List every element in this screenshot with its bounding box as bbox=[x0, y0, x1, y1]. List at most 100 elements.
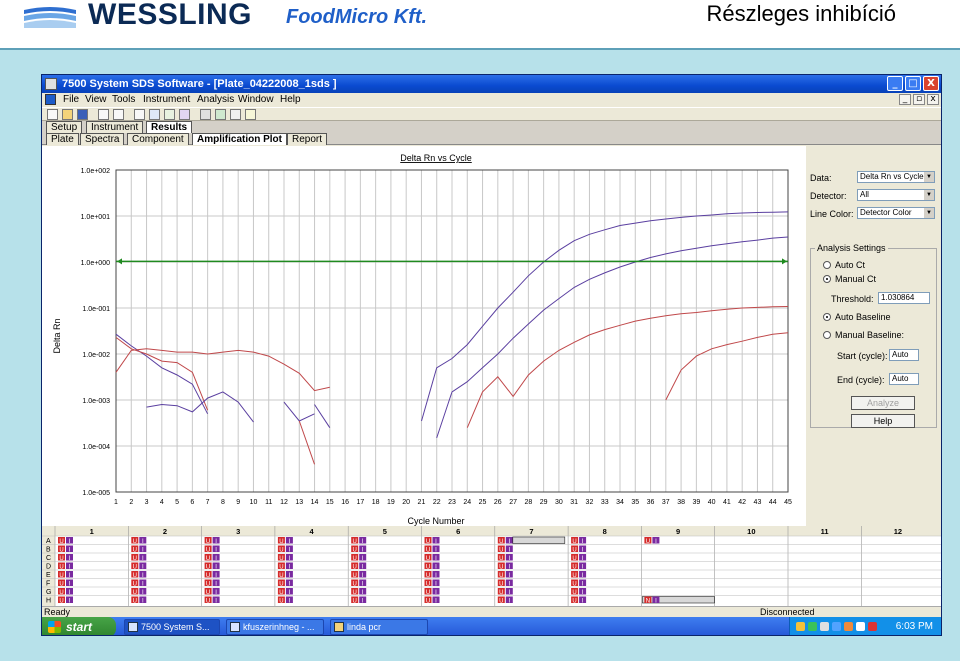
well-label-u[interactable]: U bbox=[426, 539, 430, 545]
well-label-u[interactable]: U bbox=[426, 581, 430, 587]
well-label-u[interactable]: U bbox=[133, 539, 137, 545]
help-button[interactable]: Help bbox=[851, 414, 915, 428]
tab-amplification-plot[interactable]: Amplification Plot bbox=[192, 133, 287, 145]
well-label-u[interactable]: U bbox=[353, 573, 357, 579]
menu-view[interactable]: View bbox=[85, 94, 107, 105]
well-label-u[interactable]: U bbox=[353, 598, 357, 604]
well-label-u[interactable]: U bbox=[133, 547, 137, 553]
line-color-select[interactable]: Detector Color ▼ bbox=[857, 207, 935, 219]
play-icon[interactable] bbox=[200, 109, 211, 120]
tab-instrument[interactable]: Instrument bbox=[86, 121, 144, 133]
menu-analysis[interactable]: Analysis bbox=[197, 94, 234, 105]
well-label-u[interactable]: U bbox=[499, 598, 503, 604]
detector-select[interactable]: All ▼ bbox=[857, 189, 935, 201]
well-label-u[interactable]: U bbox=[206, 547, 210, 553]
tab-spectra[interactable]: Spectra bbox=[80, 133, 125, 145]
auto-ct-radio[interactable] bbox=[823, 261, 831, 269]
mdi-close-button[interactable]: x bbox=[927, 94, 939, 105]
tab-plate[interactable]: Plate bbox=[46, 133, 79, 145]
plate-wells[interactable]: 1 2 3 4 5 6 7 8 9 10 11 12ABCDEFGHU IU IU IU IU IU IU IU IU… bbox=[42, 526, 942, 606]
tab-setup[interactable]: Setup bbox=[46, 121, 83, 133]
menu-help[interactable]: Help bbox=[280, 94, 301, 105]
well-label-u[interactable]: U bbox=[279, 590, 283, 596]
tray-antivirus-icon[interactable] bbox=[832, 622, 841, 631]
well-label-u[interactable]: U bbox=[499, 564, 503, 570]
maximize-button[interactable]: □ bbox=[905, 76, 921, 91]
tray-update-icon[interactable] bbox=[844, 622, 853, 631]
well-label-u[interactable]: U bbox=[499, 573, 503, 579]
zoom-icon[interactable] bbox=[134, 109, 145, 120]
well-label-u[interactable]: U bbox=[133, 573, 137, 579]
well-label-u[interactable]: U bbox=[499, 581, 503, 587]
close-button[interactable]: X bbox=[923, 76, 939, 91]
data-select[interactable]: Delta Rn vs Cycle ▼ bbox=[857, 171, 935, 183]
well-label-u[interactable]: U bbox=[206, 581, 210, 587]
well-label-u[interactable]: U bbox=[572, 590, 576, 596]
print-icon[interactable] bbox=[98, 109, 109, 120]
well-label-n[interactable]: N bbox=[646, 598, 650, 604]
task-word-document[interactable]: kfuszerinhneg - ... bbox=[226, 619, 324, 635]
open-folder-icon[interactable] bbox=[62, 109, 73, 120]
well-label-u[interactable]: U bbox=[646, 539, 650, 545]
well-label-u[interactable]: U bbox=[206, 539, 210, 545]
threshold-input[interactable]: 1.030864 bbox=[878, 292, 930, 304]
well-label-u[interactable]: U bbox=[133, 556, 137, 562]
well-label-u[interactable]: U bbox=[133, 581, 137, 587]
well-label-u[interactable]: U bbox=[353, 564, 357, 570]
checklist-icon[interactable] bbox=[164, 109, 175, 120]
well-label-u[interactable]: U bbox=[59, 581, 63, 587]
tab-report[interactable]: Report bbox=[287, 133, 328, 145]
well-label-u[interactable]: U bbox=[572, 598, 576, 604]
well-label-u[interactable]: U bbox=[572, 573, 576, 579]
grid-icon[interactable] bbox=[149, 109, 160, 120]
well-label-u[interactable]: U bbox=[206, 564, 210, 570]
well-label-u[interactable]: U bbox=[572, 564, 576, 570]
well-label-u[interactable]: U bbox=[353, 556, 357, 562]
well-label-u[interactable]: U bbox=[206, 598, 210, 604]
well-label-u[interactable]: U bbox=[59, 564, 63, 570]
well-label-u[interactable]: U bbox=[133, 590, 137, 596]
menu-instrument[interactable]: Instrument bbox=[143, 94, 190, 105]
start-button[interactable]: start bbox=[42, 617, 116, 635]
task-sds-software[interactable]: 7500 System S... bbox=[124, 619, 220, 635]
tab-results[interactable]: Results bbox=[146, 121, 193, 133]
well-label-u[interactable]: U bbox=[279, 573, 283, 579]
manual-baseline-radio[interactable] bbox=[823, 331, 831, 339]
well-label-u[interactable]: U bbox=[499, 590, 503, 596]
well-label-u[interactable]: U bbox=[572, 581, 576, 587]
mdi-restore-button[interactable]: ▫ bbox=[913, 94, 925, 105]
menu-tools[interactable]: Tools bbox=[112, 94, 135, 105]
tray-shield-icon[interactable] bbox=[796, 622, 805, 631]
well-label-u[interactable]: U bbox=[59, 573, 63, 579]
tray-alert-icon[interactable] bbox=[868, 622, 877, 631]
well-selected-a7[interactable] bbox=[512, 536, 566, 544]
task-folder[interactable]: linda pcr bbox=[330, 619, 428, 635]
well-label-u[interactable]: U bbox=[279, 598, 283, 604]
well-label-u[interactable]: U bbox=[572, 539, 576, 545]
well-label-u[interactable]: U bbox=[59, 590, 63, 596]
tray-volume-icon[interactable] bbox=[820, 622, 829, 631]
menu-file[interactable]: File bbox=[63, 94, 79, 105]
well-label-u[interactable]: U bbox=[59, 556, 63, 562]
well-label-u[interactable]: U bbox=[572, 556, 576, 562]
well-label-u[interactable]: U bbox=[206, 573, 210, 579]
tab-component[interactable]: Component bbox=[127, 133, 189, 145]
well-label-u[interactable]: U bbox=[426, 564, 430, 570]
well-label-u[interactable]: U bbox=[426, 598, 430, 604]
well-label-u[interactable]: U bbox=[426, 556, 430, 562]
window-titlebar[interactable]: 7500 System SDS Software - [Plate_042220… bbox=[42, 75, 941, 93]
tray-network-icon[interactable] bbox=[808, 622, 817, 631]
well-label-u[interactable]: U bbox=[279, 547, 283, 553]
well-label-u[interactable]: U bbox=[426, 573, 430, 579]
well-label-u[interactable]: U bbox=[279, 556, 283, 562]
well-label-u[interactable]: U bbox=[279, 539, 283, 545]
manual-ct-radio[interactable] bbox=[823, 275, 831, 283]
tray-usb-icon[interactable] bbox=[856, 622, 865, 631]
analyze-button[interactable]: Analyze bbox=[851, 396, 915, 410]
well-label-u[interactable]: U bbox=[59, 539, 63, 545]
well-label-u[interactable]: U bbox=[279, 564, 283, 570]
end-cycle-input[interactable]: Auto bbox=[889, 373, 919, 385]
menu-window[interactable]: Window bbox=[238, 94, 274, 105]
well-label-u[interactable]: U bbox=[572, 547, 576, 553]
mdi-minimize-button[interactable]: _ bbox=[899, 94, 911, 105]
